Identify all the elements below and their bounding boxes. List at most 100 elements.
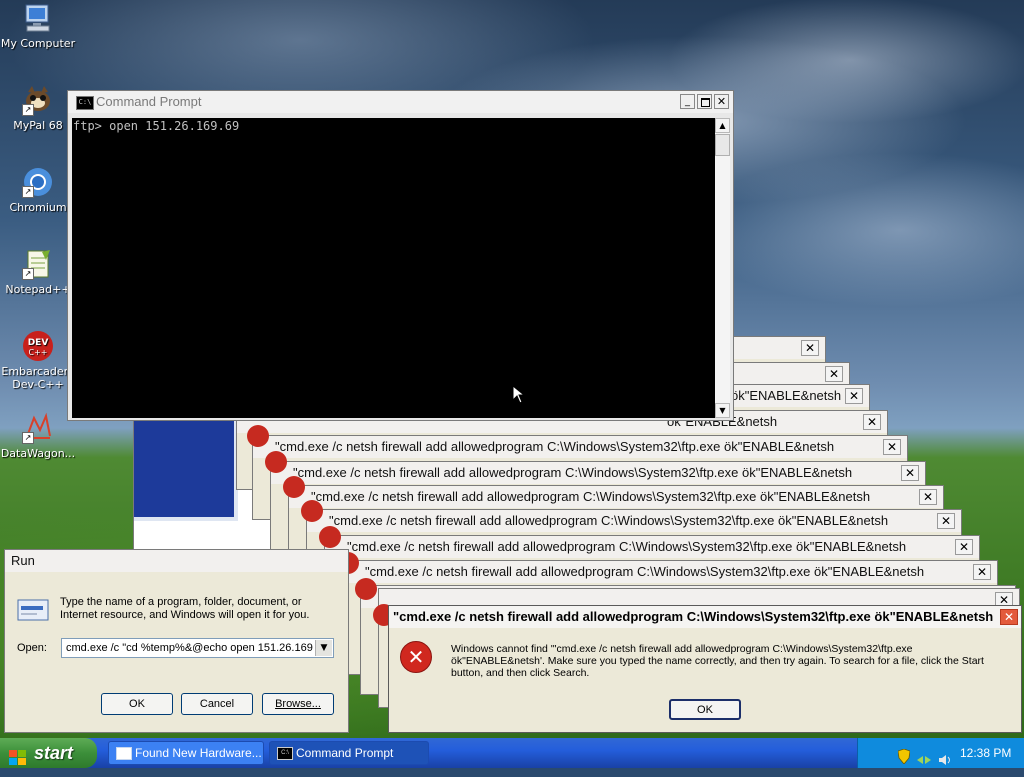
error-icon — [265, 451, 287, 473]
close-button[interactable]: ✕ — [714, 94, 729, 109]
devcpp-icon: DEV C++ — [22, 330, 54, 362]
desktop-icon-chromium[interactable]: ↗ Chromium — [0, 166, 76, 214]
chevron-down-icon[interactable]: ▼ — [315, 640, 332, 656]
close-icon[interactable]: ✕ — [801, 340, 819, 356]
system-tray: 12:38 PM — [857, 738, 1024, 768]
close-icon[interactable]: ✕ — [955, 539, 973, 555]
taskbar-item-found-new-hardware[interactable]: Found New Hardware... — [108, 741, 264, 765]
ok-button[interactable]: OK — [669, 699, 741, 720]
close-icon[interactable]: ✕ — [825, 366, 843, 382]
close-icon[interactable]: ✕ — [845, 388, 863, 404]
run-description-line: Internet resource, and Windows will open… — [60, 609, 310, 621]
run-description: Type the name of a program, folder, docu… — [60, 596, 350, 622]
error-message-line: Windows cannot find '"cmd.exe /c netsh f… — [451, 643, 913, 655]
run-dialog: Run Type the name of a program, folder, … — [4, 549, 349, 733]
close-icon[interactable]: ✕ — [937, 513, 955, 529]
run-description-line: Type the name of a program, folder, docu… — [60, 596, 302, 608]
background-window-content — [134, 421, 238, 521]
error-dialog-titlebar: "cmd.exe /c netsh firewall add allowedpr… — [271, 462, 925, 484]
mypal-icon: ↗ — [22, 84, 54, 116]
close-icon[interactable]: ✕ — [863, 414, 881, 430]
console-line: ftp> open 151.26.169.69 — [73, 119, 240, 133]
clock: 12:38 PM — [960, 746, 1012, 760]
open-input-value: cmd.exe /c "cd %temp%&@echo open 151.26.… — [66, 642, 313, 654]
desktop-icon-label: MyPal 68 — [13, 119, 63, 132]
desktop-icon-label: Notepad++ — [5, 283, 71, 296]
security-shield-icon[interactable] — [897, 745, 911, 765]
error-dialog-titlebar: "cmd.exe /c netsh firewall add allowedpr… — [325, 536, 979, 558]
my-computer-icon — [22, 2, 54, 34]
error-icon — [247, 425, 269, 447]
minimize-button[interactable]: _ — [680, 94, 695, 109]
command-prompt-title: Command Prompt — [96, 94, 202, 109]
error-message: Windows cannot find '"cmd.exe /c netsh f… — [451, 643, 1016, 679]
close-icon[interactable]: ✕ — [901, 465, 919, 481]
taskbar: start Found New Hardware... C:\ Command … — [0, 738, 1024, 768]
scroll-thumb[interactable] — [715, 134, 730, 156]
desktop-icon-label-line2: Dev-C++ — [12, 378, 64, 391]
run-icon — [17, 598, 49, 622]
error-icon: ✕ — [400, 641, 432, 673]
ok-button[interactable]: OK — [101, 693, 173, 715]
shortcut-arrow-icon: ↗ — [22, 432, 34, 444]
error-dialog-titlebar: "cmd.exe /c netsh firewall add allowedpr… — [343, 561, 997, 583]
desktop-icon-label: DataWagon... — [0, 447, 76, 460]
start-button[interactable]: start — [0, 738, 97, 768]
windows-logo-icon — [9, 745, 27, 765]
desktop-icon-datawagon[interactable]: ↗ DataWagon... — [0, 412, 76, 460]
svg-text:C++: C++ — [29, 348, 48, 357]
scroll-down-button[interactable]: ▼ — [715, 403, 730, 418]
taskbar-item-label: Found New Hardware... — [135, 746, 262, 760]
open-input[interactable]: cmd.exe /c "cd %temp%&@echo open 151.26.… — [61, 638, 334, 658]
svg-text:DEV: DEV — [28, 338, 49, 348]
notepadpp-icon: ↗ — [22, 248, 54, 280]
error-message-line: ök"ENABLE&netsh'. Make sure you typed th… — [451, 655, 984, 667]
scroll-up-button[interactable]: ▲ — [715, 118, 730, 133]
error-dialog-titlebar: "cmd.exe /c netsh firewall add allowedpr… — [289, 486, 943, 508]
close-icon[interactable]: ✕ — [1000, 609, 1018, 625]
desktop-icon-notepadpp[interactable]: ↗ Notepad++ — [0, 248, 76, 296]
desktop-icon-devcpp[interactable]: DEV C++ Embarcadero Dev-C++ — [0, 330, 76, 391]
datawagon-icon: ↗ — [22, 412, 54, 444]
hardware-window-icon — [116, 747, 132, 760]
error-message-line: button, and then click Search. — [451, 667, 590, 679]
network-icon[interactable] — [916, 747, 932, 764]
desktop: My Computer ↗ MyPal 68 ↗ Chromium ↗ Note… — [0, 0, 1024, 738]
maximize-button[interactable] — [697, 94, 712, 109]
maximize-icon — [701, 98, 710, 107]
error-dialog-title: "cmd.exe /c netsh firewall add allowedpr… — [389, 606, 1021, 628]
open-label: Open: — [17, 642, 47, 654]
error-icon — [301, 500, 323, 522]
desktop-icon-my-computer[interactable]: My Computer — [0, 2, 76, 50]
error-dialog-titlebar: "cmd.exe /c netsh firewall add allowedpr… — [253, 436, 907, 458]
start-label: start — [34, 743, 74, 763]
desktop-icon-mypal[interactable]: ↗ MyPal 68 — [0, 84, 76, 132]
error-dialog-titlebar: "cmd.exe /c netsh firewall add allowedpr… — [307, 510, 961, 532]
error-icon — [283, 476, 305, 498]
close-icon[interactable]: ✕ — [883, 439, 901, 455]
close-icon[interactable]: ✕ — [973, 564, 991, 580]
command-prompt-titlebar: Command Prompt — [68, 91, 733, 113]
console-output[interactable]: ftp> open 151.26.169.69 — [72, 118, 715, 418]
command-prompt-window: Command Prompt C:\ _ ✕ ftp> open 151.26.… — [67, 90, 734, 421]
cmd-window-icon: C:\ — [277, 747, 293, 760]
chromium-icon: ↗ — [22, 166, 54, 198]
run-dialog-title: Run — [5, 550, 348, 572]
cancel-button[interactable]: Cancel — [181, 693, 253, 715]
taskbar-item-command-prompt[interactable]: C:\ Command Prompt — [269, 741, 429, 765]
shortcut-arrow-icon: ↗ — [22, 104, 34, 116]
desktop-icon-label: My Computer — [0, 37, 76, 50]
taskbar-item-label: Command Prompt — [296, 746, 394, 760]
error-dialog: "cmd.exe /c netsh firewall add allowedpr… — [388, 605, 1022, 733]
browse-button[interactable]: Browse... — [262, 693, 334, 715]
error-icon — [319, 526, 341, 548]
desktop-icon-label-line1: Embarcadero — [1, 365, 75, 378]
shortcut-arrow-icon: ↗ — [22, 186, 34, 198]
cmd-window-icon: C:\ — [76, 96, 94, 110]
scrollbar[interactable]: ▲ ▼ — [715, 118, 730, 418]
close-icon[interactable]: ✕ — [919, 489, 937, 505]
desktop-icon-label: Chromium — [9, 201, 67, 214]
error-icon — [355, 578, 377, 600]
speaker-icon[interactable] — [938, 747, 952, 765]
mouse-cursor-icon — [512, 385, 526, 404]
